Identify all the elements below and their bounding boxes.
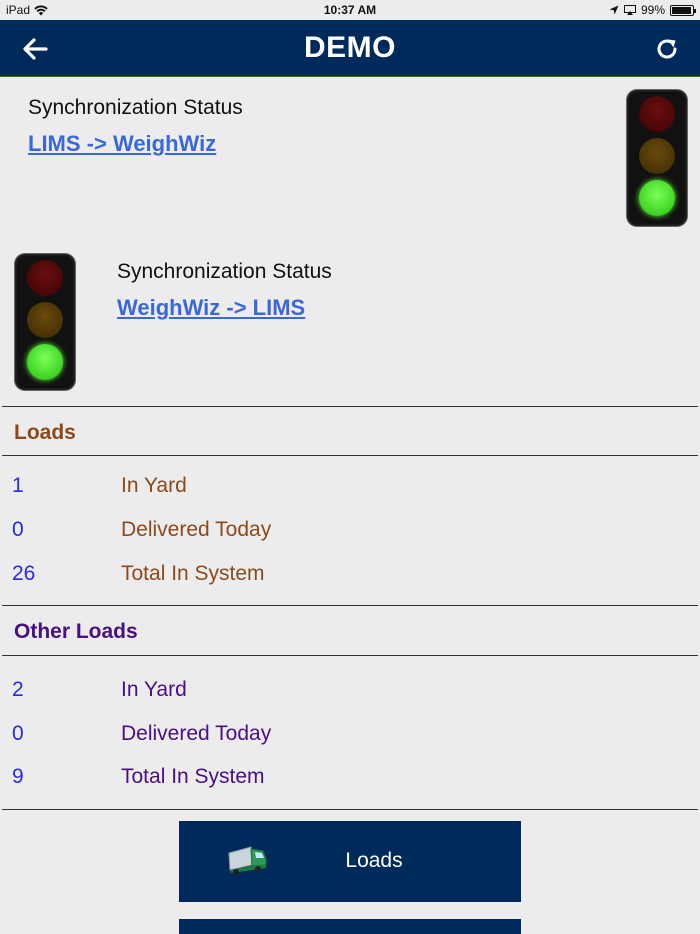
divider bbox=[2, 455, 698, 456]
other-loads-in-yard-count: 2 bbox=[12, 678, 24, 701]
other-loads-delivered-today-label: Delivered Today bbox=[121, 722, 272, 745]
other-loads-section-title: Other Loads bbox=[14, 620, 138, 643]
loads-in-yard-label: In Yard bbox=[121, 474, 187, 497]
battery-percent: 99% bbox=[640, 3, 665, 17]
sync-link-lims-to-weighwiz[interactable]: LIMS -> WeighWiz bbox=[28, 131, 216, 157]
loads-section-title: Loads bbox=[14, 421, 76, 444]
sync-traffic-light-icon bbox=[627, 90, 687, 226]
sync-link-weighwiz-to-lims[interactable]: WeighWiz -> LIMS bbox=[117, 295, 305, 321]
other-loads-total-label: Total In System bbox=[121, 765, 265, 788]
refresh-icon bbox=[657, 39, 677, 59]
green-lamp bbox=[639, 180, 675, 216]
status-right: 99% bbox=[609, 3, 696, 17]
loads-total-label: Total In System bbox=[121, 562, 265, 585]
loads-button-label: Loads bbox=[345, 849, 403, 872]
battery-icon bbox=[670, 4, 696, 16]
sync-status-label: Synchronization Status bbox=[117, 260, 332, 283]
green-lamp bbox=[27, 344, 63, 380]
red-lamp bbox=[639, 96, 675, 132]
other-loads-delivered-today-count: 0 bbox=[12, 722, 24, 745]
yellow-lamp bbox=[639, 138, 675, 174]
secondary-nav-button[interactable] bbox=[179, 919, 521, 934]
status-time: 10:37 AM bbox=[323, 3, 377, 17]
loads-delivered-today-count: 0 bbox=[12, 518, 24, 541]
airplay-icon bbox=[623, 5, 636, 15]
other-loads-total-count: 9 bbox=[12, 765, 24, 788]
yellow-lamp bbox=[27, 302, 63, 338]
location-arrow-icon bbox=[609, 5, 619, 15]
other-loads-in-yard-label: In Yard bbox=[121, 678, 187, 701]
sync-status-label: Synchronization Status bbox=[28, 96, 243, 119]
page-title: DEMO bbox=[304, 31, 396, 64]
refresh-button[interactable] bbox=[650, 32, 684, 66]
red-lamp bbox=[27, 260, 63, 296]
divider bbox=[2, 605, 698, 606]
loads-delivered-today-label: Delivered Today bbox=[121, 518, 272, 541]
app-header: DEMO bbox=[0, 20, 700, 77]
loads-in-yard-count: 1 bbox=[12, 474, 24, 497]
divider bbox=[2, 406, 698, 407]
loads-total-count: 26 bbox=[12, 562, 36, 585]
loads-button[interactable]: Loads bbox=[179, 821, 521, 902]
sync-traffic-light-icon bbox=[15, 254, 75, 390]
divider bbox=[2, 809, 698, 810]
status-bar: iPad 10:37 AM 99% bbox=[0, 0, 700, 20]
divider bbox=[2, 655, 698, 656]
